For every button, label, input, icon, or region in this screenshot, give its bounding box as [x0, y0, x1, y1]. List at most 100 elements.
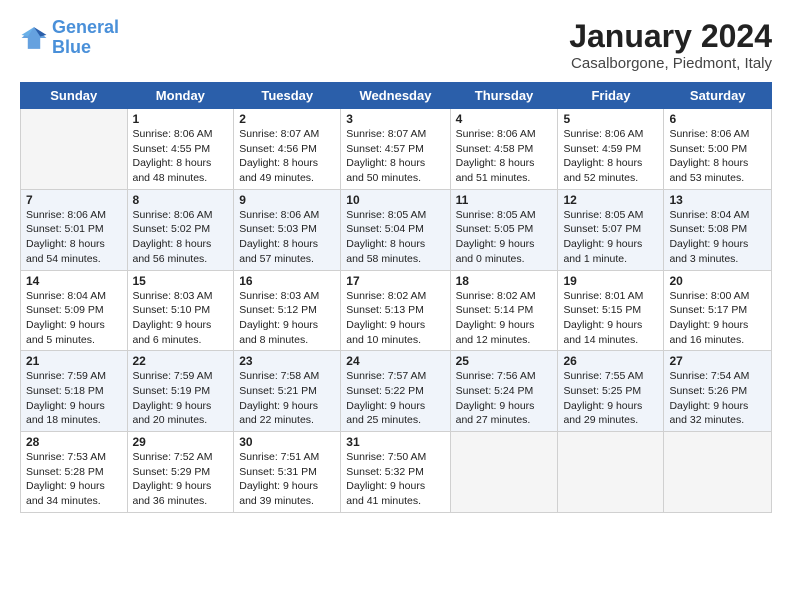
day-number: 1: [133, 112, 229, 126]
table-row: 2Sunrise: 8:07 AM Sunset: 4:56 PM Daylig…: [234, 109, 341, 190]
table-row: 13Sunrise: 8:04 AM Sunset: 5:08 PM Dayli…: [664, 189, 772, 270]
day-info: Sunrise: 8:06 AM Sunset: 5:03 PM Dayligh…: [239, 208, 335, 267]
day-number: 23: [239, 354, 335, 368]
day-info: Sunrise: 8:03 AM Sunset: 5:12 PM Dayligh…: [239, 289, 335, 348]
table-row: [450, 432, 558, 513]
day-info: Sunrise: 7:50 AM Sunset: 5:32 PM Dayligh…: [346, 450, 444, 509]
table-row: 17Sunrise: 8:02 AM Sunset: 5:13 PM Dayli…: [341, 270, 450, 351]
day-info: Sunrise: 8:06 AM Sunset: 5:01 PM Dayligh…: [26, 208, 122, 267]
table-row: 16Sunrise: 8:03 AM Sunset: 5:12 PM Dayli…: [234, 270, 341, 351]
table-row: 3Sunrise: 8:07 AM Sunset: 4:57 PM Daylig…: [341, 109, 450, 190]
day-number: 9: [239, 193, 335, 207]
day-number: 6: [669, 112, 766, 126]
day-number: 18: [456, 274, 553, 288]
week-row-5: 28Sunrise: 7:53 AM Sunset: 5:28 PM Dayli…: [21, 432, 772, 513]
day-number: 21: [26, 354, 122, 368]
day-info: Sunrise: 8:06 AM Sunset: 4:55 PM Dayligh…: [133, 127, 229, 186]
day-number: 25: [456, 354, 553, 368]
table-row: [558, 432, 664, 513]
day-info: Sunrise: 7:59 AM Sunset: 5:18 PM Dayligh…: [26, 369, 122, 428]
logo-icon: [20, 24, 48, 52]
table-row: 4Sunrise: 8:06 AM Sunset: 4:58 PM Daylig…: [450, 109, 558, 190]
logo-text: General Blue: [52, 18, 119, 58]
col-thursday: Thursday: [450, 83, 558, 109]
day-number: 4: [456, 112, 553, 126]
day-info: Sunrise: 7:53 AM Sunset: 5:28 PM Dayligh…: [26, 450, 122, 509]
day-info: Sunrise: 8:06 AM Sunset: 5:00 PM Dayligh…: [669, 127, 766, 186]
header: General Blue January 2024 Casalborgone, …: [20, 18, 772, 72]
day-number: 22: [133, 354, 229, 368]
col-saturday: Saturday: [664, 83, 772, 109]
table-row: 5Sunrise: 8:06 AM Sunset: 4:59 PM Daylig…: [558, 109, 664, 190]
day-number: 24: [346, 354, 444, 368]
table-row: 21Sunrise: 7:59 AM Sunset: 5:18 PM Dayli…: [21, 351, 128, 432]
day-info: Sunrise: 8:06 AM Sunset: 5:02 PM Dayligh…: [133, 208, 229, 267]
day-info: Sunrise: 8:07 AM Sunset: 4:57 PM Dayligh…: [346, 127, 444, 186]
day-number: 19: [563, 274, 658, 288]
day-info: Sunrise: 8:07 AM Sunset: 4:56 PM Dayligh…: [239, 127, 335, 186]
table-row: 11Sunrise: 8:05 AM Sunset: 5:05 PM Dayli…: [450, 189, 558, 270]
day-number: 17: [346, 274, 444, 288]
day-number: 27: [669, 354, 766, 368]
day-info: Sunrise: 8:06 AM Sunset: 4:59 PM Dayligh…: [563, 127, 658, 186]
day-number: 8: [133, 193, 229, 207]
day-info: Sunrise: 7:57 AM Sunset: 5:22 PM Dayligh…: [346, 369, 444, 428]
day-number: 2: [239, 112, 335, 126]
table-row: 14Sunrise: 8:04 AM Sunset: 5:09 PM Dayli…: [21, 270, 128, 351]
table-row: 1Sunrise: 8:06 AM Sunset: 4:55 PM Daylig…: [127, 109, 234, 190]
table-row: 29Sunrise: 7:52 AM Sunset: 5:29 PM Dayli…: [127, 432, 234, 513]
logo-line2: Blue: [52, 38, 119, 58]
subtitle: Casalborgone, Piedmont, Italy: [569, 55, 772, 72]
table-row: [21, 109, 128, 190]
week-row-3: 14Sunrise: 8:04 AM Sunset: 5:09 PM Dayli…: [21, 270, 772, 351]
day-number: 5: [563, 112, 658, 126]
day-number: 11: [456, 193, 553, 207]
logo-line1: General: [52, 18, 119, 38]
page: General Blue January 2024 Casalborgone, …: [0, 0, 792, 525]
day-number: 13: [669, 193, 766, 207]
table-row: 24Sunrise: 7:57 AM Sunset: 5:22 PM Dayli…: [341, 351, 450, 432]
table-row: 9Sunrise: 8:06 AM Sunset: 5:03 PM Daylig…: [234, 189, 341, 270]
table-row: 28Sunrise: 7:53 AM Sunset: 5:28 PM Dayli…: [21, 432, 128, 513]
table-row: 27Sunrise: 7:54 AM Sunset: 5:26 PM Dayli…: [664, 351, 772, 432]
day-info: Sunrise: 7:52 AM Sunset: 5:29 PM Dayligh…: [133, 450, 229, 509]
col-friday: Friday: [558, 83, 664, 109]
day-info: Sunrise: 8:01 AM Sunset: 5:15 PM Dayligh…: [563, 289, 658, 348]
day-number: 29: [133, 435, 229, 449]
day-info: Sunrise: 8:04 AM Sunset: 5:09 PM Dayligh…: [26, 289, 122, 348]
week-row-2: 7Sunrise: 8:06 AM Sunset: 5:01 PM Daylig…: [21, 189, 772, 270]
table-row: 22Sunrise: 7:59 AM Sunset: 5:19 PM Dayli…: [127, 351, 234, 432]
day-info: Sunrise: 8:05 AM Sunset: 5:07 PM Dayligh…: [563, 208, 658, 267]
table-row: 18Sunrise: 8:02 AM Sunset: 5:14 PM Dayli…: [450, 270, 558, 351]
day-number: 28: [26, 435, 122, 449]
table-row: 6Sunrise: 8:06 AM Sunset: 5:00 PM Daylig…: [664, 109, 772, 190]
day-info: Sunrise: 7:55 AM Sunset: 5:25 PM Dayligh…: [563, 369, 658, 428]
table-row: 7Sunrise: 8:06 AM Sunset: 5:01 PM Daylig…: [21, 189, 128, 270]
table-row: 20Sunrise: 8:00 AM Sunset: 5:17 PM Dayli…: [664, 270, 772, 351]
day-info: Sunrise: 7:56 AM Sunset: 5:24 PM Dayligh…: [456, 369, 553, 428]
day-info: Sunrise: 7:51 AM Sunset: 5:31 PM Dayligh…: [239, 450, 335, 509]
day-number: 7: [26, 193, 122, 207]
table-row: 19Sunrise: 8:01 AM Sunset: 5:15 PM Dayli…: [558, 270, 664, 351]
table-row: 15Sunrise: 8:03 AM Sunset: 5:10 PM Dayli…: [127, 270, 234, 351]
table-row: 31Sunrise: 7:50 AM Sunset: 5:32 PM Dayli…: [341, 432, 450, 513]
calendar-header-row: Sunday Monday Tuesday Wednesday Thursday…: [21, 83, 772, 109]
day-number: 20: [669, 274, 766, 288]
table-row: 12Sunrise: 8:05 AM Sunset: 5:07 PM Dayli…: [558, 189, 664, 270]
day-info: Sunrise: 8:00 AM Sunset: 5:17 PM Dayligh…: [669, 289, 766, 348]
week-row-4: 21Sunrise: 7:59 AM Sunset: 5:18 PM Dayli…: [21, 351, 772, 432]
week-row-1: 1Sunrise: 8:06 AM Sunset: 4:55 PM Daylig…: [21, 109, 772, 190]
day-info: Sunrise: 8:05 AM Sunset: 5:04 PM Dayligh…: [346, 208, 444, 267]
table-row: 26Sunrise: 7:55 AM Sunset: 5:25 PM Dayli…: [558, 351, 664, 432]
day-number: 10: [346, 193, 444, 207]
day-info: Sunrise: 7:59 AM Sunset: 5:19 PM Dayligh…: [133, 369, 229, 428]
day-info: Sunrise: 8:05 AM Sunset: 5:05 PM Dayligh…: [456, 208, 553, 267]
table-row: 8Sunrise: 8:06 AM Sunset: 5:02 PM Daylig…: [127, 189, 234, 270]
day-number: 16: [239, 274, 335, 288]
day-info: Sunrise: 8:06 AM Sunset: 4:58 PM Dayligh…: [456, 127, 553, 186]
col-wednesday: Wednesday: [341, 83, 450, 109]
table-row: 10Sunrise: 8:05 AM Sunset: 5:04 PM Dayli…: [341, 189, 450, 270]
table-row: 30Sunrise: 7:51 AM Sunset: 5:31 PM Dayli…: [234, 432, 341, 513]
day-number: 12: [563, 193, 658, 207]
day-info: Sunrise: 7:58 AM Sunset: 5:21 PM Dayligh…: [239, 369, 335, 428]
